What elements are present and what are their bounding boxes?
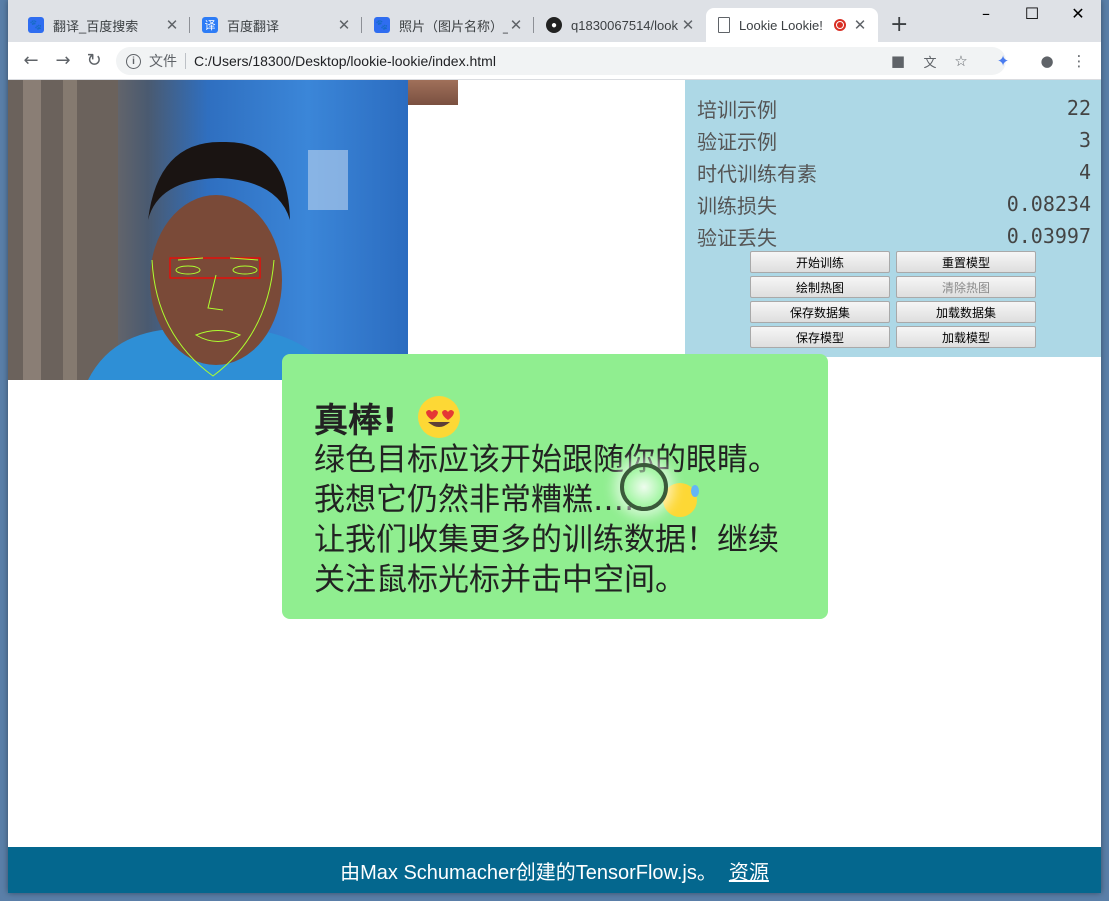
- start-training-button[interactable]: 开始训练: [750, 251, 890, 273]
- stat-validation-examples: 验证示例 3: [697, 124, 1091, 156]
- baidu-paw-icon: 🐾: [28, 17, 44, 33]
- baidu-paw-icon: 🐾: [374, 17, 390, 33]
- tab-title: Lookie Lookie!: [739, 17, 823, 33]
- recording-icon: [834, 19, 846, 31]
- tab-1[interactable]: 🐾 翻译_百度搜索 ✕: [16, 8, 190, 42]
- tab-title: 翻译_百度搜索: [53, 18, 139, 34]
- close-icon[interactable]: ✕: [508, 16, 524, 34]
- close-icon[interactable]: ✕: [164, 16, 180, 34]
- divider: [185, 53, 186, 69]
- tab-2[interactable]: 译 百度翻译 ✕: [190, 8, 362, 42]
- tab-title: 照片（图片名称）_百: [399, 18, 508, 34]
- baidu-translate-icon: 译: [202, 17, 218, 33]
- footer-text: 由Max Schumacher创建的TensorFlow.js。: [340, 861, 717, 884]
- message-title-text: 真棒!: [314, 400, 398, 441]
- footer: 由Max Schumacher创建的TensorFlow.js。 资源: [8, 847, 1101, 893]
- training-stats-panel: 培训示例 22 验证示例 3 时代训练有素 4 训练损失 0.08234 验证丢…: [685, 80, 1101, 357]
- control-buttons: 开始训练 重置模型 绘制热图 清除热图 保存数据集 加载数据集 保存模型 加载模…: [750, 251, 1036, 348]
- clear-heatmap-button[interactable]: 清除热图: [896, 276, 1036, 298]
- page-icon: [718, 17, 730, 33]
- draw-heatmap-button[interactable]: 绘制热图: [750, 276, 890, 298]
- reload-icon[interactable]: ↻: [83, 50, 105, 71]
- stat-value: 0.03997: [1006, 224, 1091, 248]
- resources-link[interactable]: 资源: [729, 856, 769, 885]
- message-line: 我想它仍然非常糟糕……: [314, 480, 798, 520]
- stat-label: 时代训练有素: [697, 161, 817, 186]
- heart-eyes-emoji-art: [425, 410, 454, 427]
- webcam-feed: [8, 80, 408, 380]
- close-icon[interactable]: ✕: [852, 16, 868, 34]
- browser-window: 🐾 翻译_百度搜索 ✕ 译 百度翻译 ✕ 🐾 照片（图片名称）_百 ✕ ● q1…: [8, 0, 1101, 893]
- camera-icon[interactable]: ■: [888, 52, 908, 70]
- menu-icon[interactable]: ⋮: [1069, 52, 1089, 70]
- account-icon[interactable]: ●: [1037, 52, 1057, 70]
- address-bar[interactable]: i 文件 C:/Users/18300/Desktop/lookie-looki…: [116, 47, 1006, 75]
- scheme-label: 文件: [149, 53, 177, 69]
- tab-3[interactable]: 🐾 照片（图片名称）_百 ✕: [362, 8, 534, 42]
- tab-strip: 🐾 翻译_百度搜索 ✕ 译 百度翻译 ✕ 🐾 照片（图片名称）_百 ✕ ● q1…: [8, 0, 1101, 42]
- message-line-text: 我想它仍然非常糟糕……: [314, 482, 655, 518]
- stat-training-examples: 培训示例 22: [697, 92, 1091, 124]
- reset-model-button[interactable]: 重置模型: [896, 251, 1036, 273]
- save-dataset-button[interactable]: 保存数据集: [750, 301, 890, 323]
- extension-icon[interactable]: ✦: [993, 52, 1013, 70]
- load-dataset-button[interactable]: 加载数据集: [896, 301, 1036, 323]
- maximize-icon[interactable]: ☐: [1009, 4, 1055, 23]
- stat-validation-loss: 验证丢失 0.03997: [697, 220, 1091, 252]
- tab-4[interactable]: ● q1830067514/look ✕: [534, 8, 706, 42]
- info-icon[interactable]: i: [126, 53, 141, 69]
- tab-active[interactable]: Lookie Lookie! ✕: [706, 8, 878, 42]
- stat-label: 培训示例: [697, 97, 777, 122]
- new-tab-icon[interactable]: +: [890, 12, 908, 37]
- stat-training-loss: 训练损失 0.08234: [697, 188, 1091, 220]
- stat-value: 0.08234: [1006, 192, 1091, 216]
- eyes-preview: [408, 80, 458, 105]
- stat-value: 22: [1066, 96, 1091, 120]
- message-line: 关注鼠标光标并击中空间。: [314, 562, 686, 598]
- toolbar: ← → ↻ i 文件 C:/Users/18300/Desktop/lookie…: [8, 42, 1101, 80]
- tab-title: q1830067514/look: [571, 17, 678, 33]
- tab-title: 百度翻译: [227, 18, 280, 34]
- close-icon[interactable]: ✕: [336, 16, 352, 34]
- message-line: 绿色目标应该开始跟随你的眼睛。: [314, 442, 779, 478]
- stat-label: 验证示例: [697, 129, 777, 154]
- stat-label: 训练损失: [697, 193, 777, 218]
- info-message: 真棒! 绿色目标应该开始跟随你的眼睛。 我想它仍然非常糟糕…… 让我们收集更多的…: [282, 354, 828, 619]
- translate-icon[interactable]: 文: [920, 52, 940, 71]
- save-model-button[interactable]: 保存模型: [750, 326, 890, 348]
- url-text: C:/Users/18300/Desktop/lookie-lookie/ind…: [194, 53, 496, 69]
- load-model-button[interactable]: 加载模型: [896, 326, 1036, 348]
- stat-label: 验证丢失: [697, 225, 777, 250]
- gaze-target: [620, 463, 668, 511]
- forward-icon[interactable]: →: [52, 50, 74, 71]
- page-content: 培训示例 22 验证示例 3 时代训练有素 4 训练损失 0.08234 验证丢…: [8, 80, 1101, 893]
- close-window-icon[interactable]: ✕: [1055, 4, 1101, 23]
- sweat-smile-emoji-icon: [663, 483, 699, 517]
- github-icon: ●: [546, 17, 562, 33]
- close-icon[interactable]: ✕: [680, 16, 696, 34]
- heart-eyes-emoji-icon: [417, 396, 460, 438]
- star-icon[interactable]: ☆: [951, 52, 971, 70]
- minimize-icon[interactable]: –: [963, 4, 1009, 23]
- back-icon[interactable]: ←: [20, 50, 42, 71]
- message-title: 真棒!: [314, 394, 798, 441]
- stat-value: 3: [1078, 128, 1091, 152]
- stat-epochs-trained: 时代训练有素 4: [697, 156, 1091, 188]
- webcam-image: [8, 80, 348, 380]
- message-line: 让我们收集更多的训练数据！继续: [314, 522, 779, 558]
- stat-value: 4: [1078, 160, 1091, 184]
